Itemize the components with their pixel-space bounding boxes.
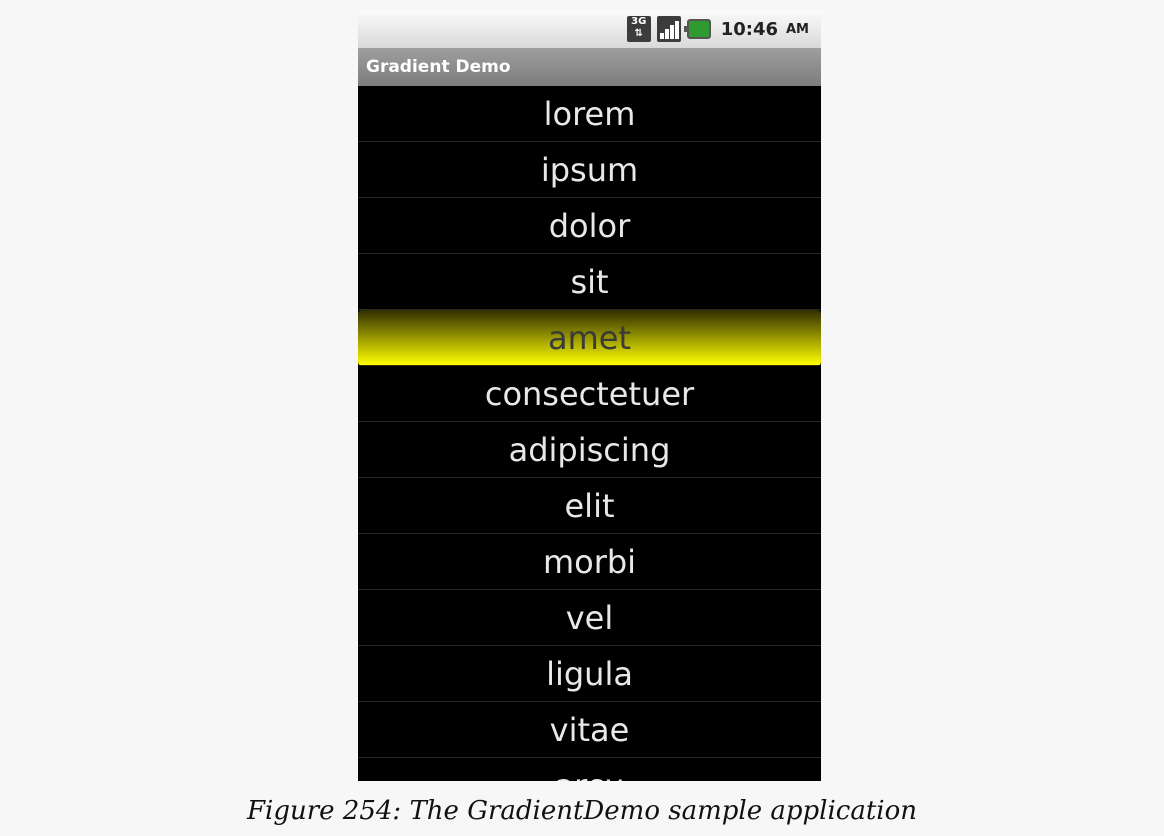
signal-strength-icon <box>656 16 681 42</box>
list-view[interactable]: lorem ipsum dolor sit amet consectetuer adipis… <box>358 86 821 781</box>
list-item[interactable]: elit <box>358 478 821 534</box>
status-time: 10:46 <box>720 18 778 40</box>
status-ampm: AM <box>786 21 809 37</box>
list-item[interactable]: dolor <box>358 198 821 254</box>
list-item[interactable]: vitae <box>358 702 821 758</box>
network-3g-icon: 3G ⇅ <box>626 16 651 42</box>
list-item[interactable]: ligula <box>358 646 821 702</box>
list-item[interactable]: vel <box>358 590 821 646</box>
app-title: Gradient Demo <box>366 57 511 77</box>
list-item[interactable]: adipiscing <box>358 422 821 478</box>
status-bar: 3G ⇅ 10:46 AM <box>358 10 821 48</box>
app-title-bar: Gradient Demo <box>358 48 821 86</box>
phone-screen: 3G ⇅ 10:46 AM Gradient Demo lorem ipsum dol… <box>358 10 821 781</box>
list-item[interactable]: lorem <box>358 86 821 142</box>
status-icons: 3G ⇅ 10:46 AM <box>626 10 809 48</box>
list-item[interactable]: ipsum <box>358 142 821 198</box>
list-item[interactable]: arcu <box>358 758 821 782</box>
network-label: 3G <box>631 16 647 27</box>
figure-caption: Figure 254: The GradientDemo sample appl… <box>246 796 917 826</box>
list-item[interactable]: consectetuer <box>358 366 821 422</box>
battery-icon <box>683 19 711 39</box>
list-item[interactable]: sit <box>358 254 821 310</box>
list-item-selected[interactable]: amet <box>358 310 821 366</box>
list-item[interactable]: morbi <box>358 534 821 590</box>
